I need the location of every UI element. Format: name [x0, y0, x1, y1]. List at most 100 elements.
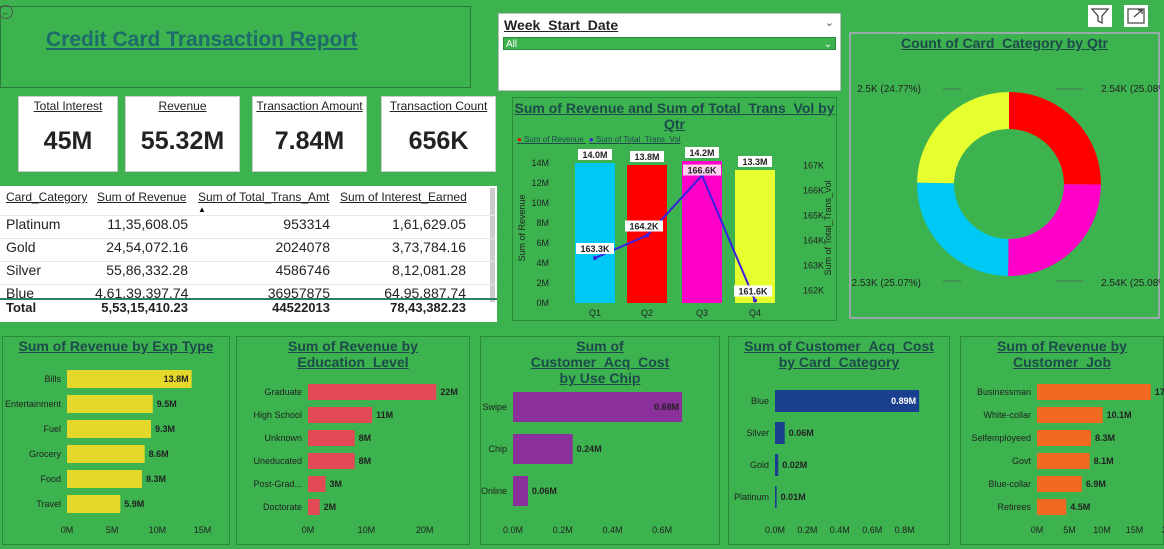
table-row: Blue 4,61,39,397.74 36957875 64,95,887.7… — [0, 284, 497, 299]
y-tick-label: 2M — [536, 278, 549, 288]
slicer-dropdown[interactable]: All ⌄ — [503, 37, 836, 50]
revenue-bar — [682, 161, 722, 303]
table-row: Silver 55,86,332.28 4586746 8,12,081.28 — [0, 261, 497, 284]
data-label: 6.9M — [1086, 479, 1106, 489]
combo-chart-svg: 0M 2M 4M 6M 8M 10M 12M 14M 162K 163K 164K 165K 166K 1… — [517, 147, 833, 318]
week-start-date-slicer[interactable]: Week_Start_Date ⌄ All ⌄ — [498, 13, 841, 91]
bar — [1037, 430, 1091, 446]
bar — [308, 407, 373, 423]
data-label: 11M — [376, 410, 393, 420]
category-label: Retirees — [997, 502, 1031, 512]
revenue-data-label: 14.2M — [689, 148, 714, 158]
category-label: High School — [253, 410, 302, 420]
category-label: Bills — [44, 374, 61, 384]
x-tick-label: 0.4M — [602, 525, 622, 535]
donut-slice — [917, 92, 1009, 184]
y2-tick-label: 163K — [803, 261, 824, 271]
y2-axis-label: Sum of Total_Trans_Vol — [823, 180, 833, 275]
x-tick-label: 0M — [302, 525, 315, 535]
category-label: Silver — [746, 428, 769, 438]
trans-vol-line — [594, 173, 756, 301]
category-label: Travel — [36, 499, 61, 509]
y-tick-label: 0M — [536, 298, 549, 308]
x-tick-label: 0M — [61, 525, 74, 535]
x-tick-label: 5M — [106, 525, 119, 535]
card-category-table: Card_Category Sum of Revenue Sum of Tota… — [0, 186, 497, 322]
bar — [67, 420, 151, 438]
x-tick-label: Q1 — [589, 308, 601, 318]
y-tick-label: 8M — [536, 218, 549, 228]
x-tick-label: 0.4M — [830, 525, 850, 535]
bar — [1037, 407, 1103, 423]
use-chip-chart: Sum of Customer_Acq_Cost by Use Chip Swi… — [480, 336, 720, 545]
bar — [308, 499, 320, 515]
category-label: Govt — [1012, 456, 1032, 466]
data-label: 4.5M — [1070, 502, 1090, 512]
donut-chart-svg: 2.54K (25.08%) 2.54K (25.08%) 2.53K (25.07… — [852, 84, 1161, 289]
y2-tick-label: 164K — [803, 236, 824, 246]
x-tick-label: 0.0M — [765, 525, 785, 535]
x-tick-label: Q4 — [749, 308, 761, 318]
trans-vol-data-label: 161.6K — [738, 287, 768, 297]
slice-label: 2.54K (25.08%) — [1101, 278, 1160, 289]
slice-label: 2.5K (24.77%) — [857, 84, 921, 95]
kpi-transaction-amount: Transaction Amount 7.84M — [252, 96, 367, 172]
y2-tick-label: 162K — [803, 286, 824, 296]
bar — [67, 445, 145, 463]
data-label: 9.5M — [157, 399, 177, 409]
table-header[interactable]: Card_Category — [6, 190, 87, 204]
trans-vol-point — [753, 298, 757, 303]
kpi-value: 55.32M — [140, 127, 225, 155]
x-tick-label: 10M — [1093, 525, 1111, 535]
kpi-transaction-count: Transaction Count 656K — [381, 96, 496, 172]
bar — [1037, 499, 1067, 515]
chevron-down-icon[interactable]: ⌄ — [825, 16, 834, 29]
category-label: Platinum — [734, 492, 769, 502]
education-level-chart: Sum of Revenue by Education_Level Gradua… — [236, 336, 470, 545]
use-chip-svg: Swipe 0.68M Chip 0.24M Online 0.06M 0.0M 0.2M 0.… — [481, 392, 683, 535]
kpi-value: 656K — [408, 127, 469, 155]
x-tick-label: 15M — [194, 525, 212, 535]
sort-desc-icon[interactable]: ▲ — [198, 205, 206, 214]
filter-icon[interactable] — [1088, 5, 1112, 27]
x-tick-label: 0.6M — [862, 525, 882, 535]
category-label: Unknown — [264, 433, 302, 443]
x-tick-label: 0.8M — [895, 525, 915, 535]
customer-job-svg: Businessman 17. White-collar 10.1M Selfemplo… — [971, 384, 1164, 535]
focus-mode-icon[interactable] — [1124, 5, 1148, 27]
kpi-label: Transaction Amount — [256, 99, 363, 113]
x-tick-label: 20M — [416, 525, 434, 535]
category-label: White-collar — [983, 410, 1031, 420]
revenue-data-label: 13.8M — [634, 152, 659, 162]
bar — [67, 470, 142, 488]
kpi-value: 7.84M — [274, 127, 345, 155]
revenue-bar — [575, 163, 615, 303]
table-header[interactable]: Sum of Total_Trans_Amt — [198, 190, 329, 204]
donut-slice — [1008, 184, 1101, 276]
bar — [1037, 453, 1090, 469]
x-tick-label: 0.2M — [797, 525, 817, 535]
revenue-data-label: 14.0M — [582, 150, 607, 160]
card-category-acq-svg: Blue 0.89M Silver 0.06M Gold 0.02M Platinum 0.0… — [734, 390, 920, 535]
dropdown-chevron-icon[interactable]: ⌄ — [824, 38, 832, 51]
exp-type-chart: Sum of Revenue by Exp Type Bills 13.8M Ent… — [2, 336, 230, 545]
y-tick-label: 6M — [536, 238, 549, 248]
data-label: 8M — [359, 456, 372, 466]
table-header[interactable]: Sum of Interest_Earned — [340, 190, 467, 204]
y2-tick-label: 165K — [803, 211, 824, 221]
y-axis-label: Sum of Revenue — [517, 194, 527, 261]
x-tick-label: 0.6M — [652, 525, 672, 535]
bar — [513, 476, 528, 506]
category-label: Fuel — [43, 424, 61, 434]
x-tick-label: 15M — [1126, 525, 1144, 535]
trans-vol-data-label: 166.6K — [687, 166, 717, 176]
y-tick-label: 14M — [531, 158, 549, 168]
bar — [1037, 384, 1151, 400]
card-category-donut-panel: Count of Card_Category by Qtr 2.54K (25.… — [849, 32, 1160, 319]
category-label: Businessman — [977, 387, 1031, 397]
data-label: 17. — [1155, 387, 1164, 397]
table-header[interactable]: Sum of Revenue — [97, 190, 186, 204]
table-row: Platinum 11,35,608.05 953314 1,61,629.05 — [0, 215, 497, 238]
category-label: Gold — [750, 460, 769, 470]
slice-label: 2.53K (25.07%) — [852, 278, 922, 289]
